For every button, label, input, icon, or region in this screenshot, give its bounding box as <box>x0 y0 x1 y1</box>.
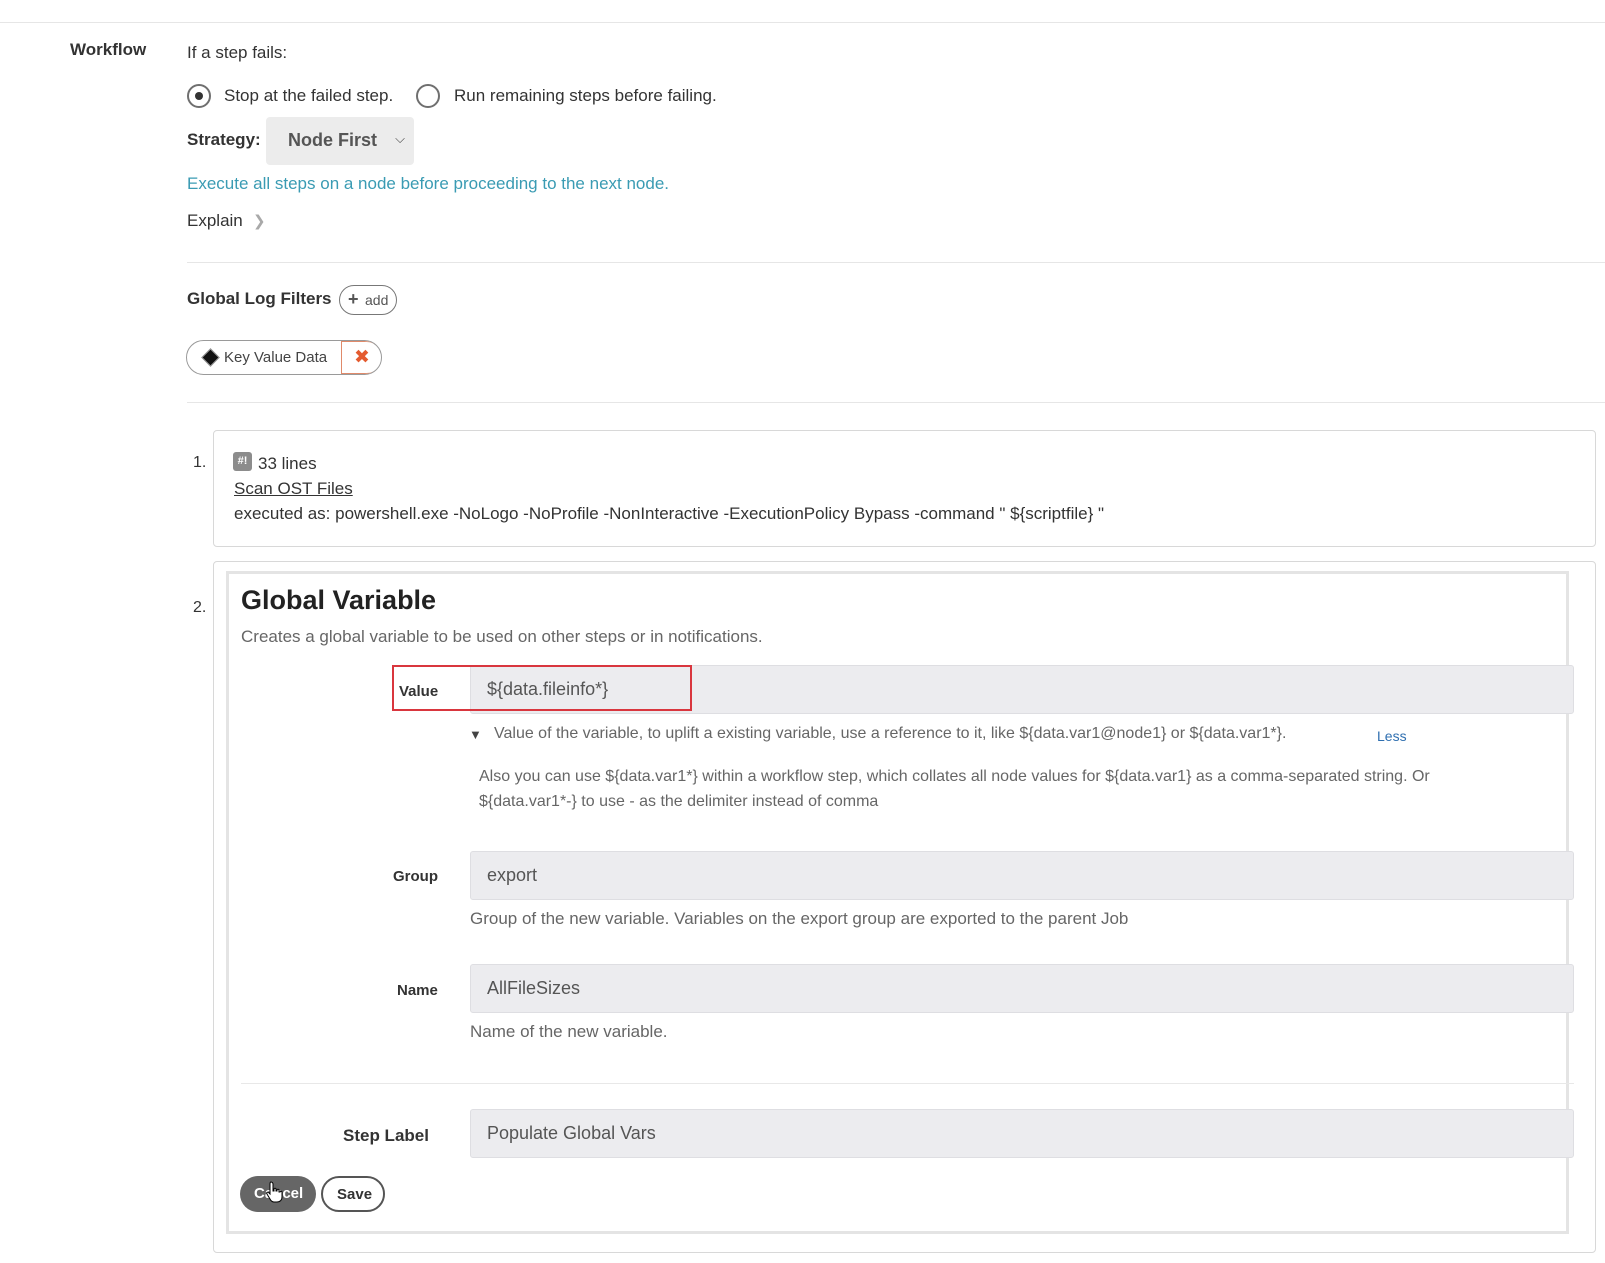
top-divider <box>0 22 1605 23</box>
section-title-workflow: Workflow <box>70 40 147 59</box>
add-label: add <box>365 292 389 308</box>
save-button[interactable]: Save <box>321 1176 385 1212</box>
hand-cursor-icon <box>266 1181 283 1203</box>
log-filter-label: Key Value Data <box>224 349 328 366</box>
chevron-down-icon: ⌵ <box>395 131 405 146</box>
group-input-text: export <box>487 865 538 885</box>
value-help-extra-line2: ${data.var1*-} to use - as the delimiter… <box>479 793 879 810</box>
strategy-label: Strategy: <box>187 130 261 149</box>
remove-log-filter-button[interactable]: ✖ <box>341 341 381 374</box>
name-help-text: Name of the new variable. <box>470 1022 668 1041</box>
divider-filters <box>187 402 1605 403</box>
step-description: Creates a global variable to be used on … <box>241 627 763 646</box>
divider-step-label <box>241 1083 1574 1084</box>
script-icon: #! <box>233 452 252 471</box>
step-name-link[interactable]: Scan OST Files <box>234 479 353 499</box>
close-icon: ✖ <box>354 347 370 368</box>
chevron-right-icon[interactable]: ❯ <box>253 212 266 230</box>
radio-stop-at-failed-step[interactable] <box>187 84 211 108</box>
save-label: Save <box>337 1186 373 1203</box>
step-number-1: 1. <box>193 454 207 471</box>
radio-run-remaining-label[interactable]: Run remaining steps before failing. <box>454 86 717 106</box>
strategy-select[interactable]: Node First ⌵ <box>266 117 414 165</box>
fail-prompt: If a step fails: <box>187 43 288 62</box>
triangle-down-icon[interactable]: ▼ <box>469 727 482 742</box>
group-input[interactable]: export <box>470 851 1574 900</box>
radio-stop-label[interactable]: Stop at the failed step. <box>224 86 393 106</box>
step-label-input-text: Populate Global Vars <box>487 1123 656 1143</box>
group-field-label: Group <box>393 868 438 885</box>
step-label-field-label: Step Label <box>343 1126 429 1145</box>
value-help-text: Value of the variable, to uplift a exist… <box>494 725 1287 742</box>
log-filters-title: Global Log Filters <box>187 289 332 308</box>
strategy-select-value: Node First <box>288 130 378 150</box>
group-help-text: Group of the new variable. Variables on … <box>470 909 1129 928</box>
less-toggle-link[interactable]: Less <box>1377 728 1407 744</box>
name-input[interactable]: AllFileSizes <box>470 964 1574 1013</box>
step-card-1[interactable] <box>213 430 1596 547</box>
step-number-2: 2. <box>193 599 207 616</box>
highlight-box <box>392 665 692 711</box>
add-log-filter-button[interactable]: + add <box>339 285 397 315</box>
value-help-extra-line1: Also you can use ${data.var1*} within a … <box>479 768 1430 785</box>
step-executed-as: executed as: powershell.exe -NoLogo -NoP… <box>234 504 1105 523</box>
radio-run-remaining-steps[interactable] <box>416 84 440 108</box>
name-field-label: Name <box>397 982 438 999</box>
step-label-input[interactable]: Populate Global Vars <box>470 1109 1574 1158</box>
divider-workflow <box>187 262 1605 263</box>
step-title: Global Variable <box>241 585 437 615</box>
name-input-text: AllFileSizes <box>487 978 581 998</box>
log-filter-chip[interactable]: Key Value Data ✖ <box>186 340 382 375</box>
strategy-description: Execute all steps on a node before proce… <box>187 174 670 193</box>
diamond-icon <box>201 348 220 367</box>
explain-toggle[interactable]: Explain <box>187 211 243 231</box>
step-lines-count: 33 lines <box>258 454 317 473</box>
log-filter-edit[interactable]: Key Value Data <box>187 341 342 374</box>
plus-icon: + <box>348 289 359 309</box>
